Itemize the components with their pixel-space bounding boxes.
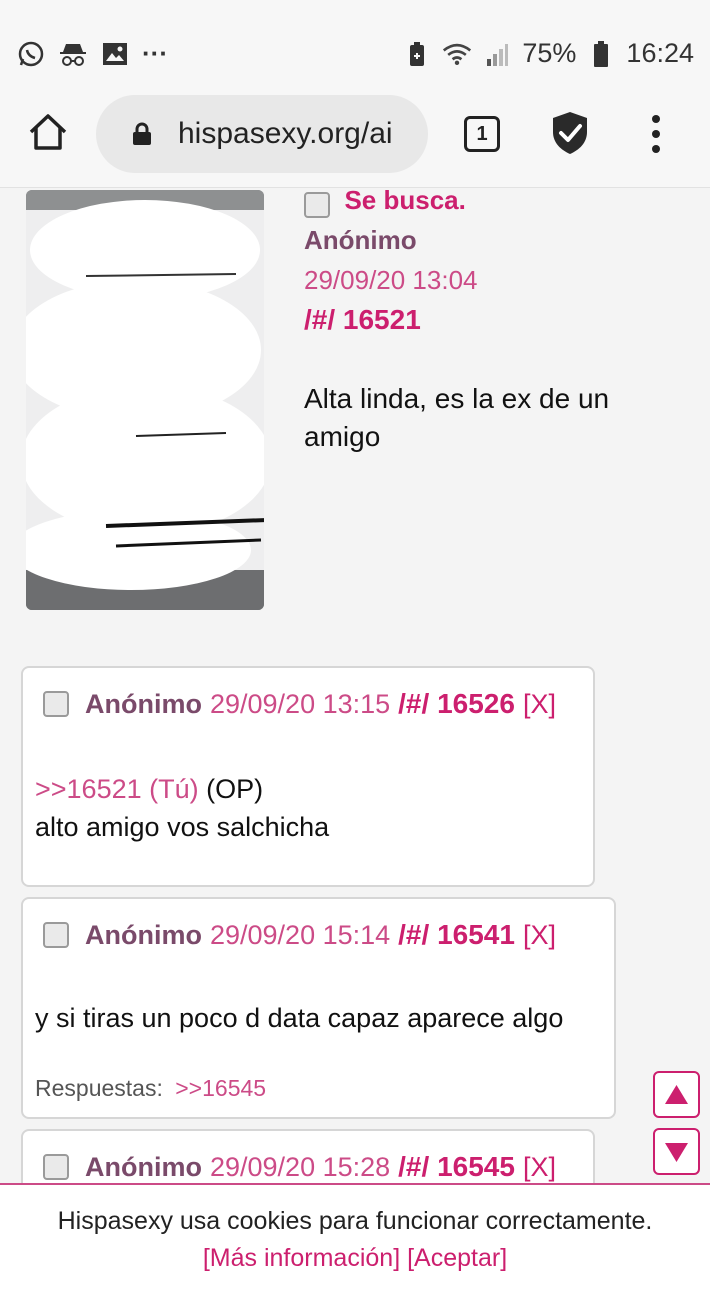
reply-post: Anónimo 29/09/20 13:15 /#/ 16526 [X] >>1… xyxy=(21,666,595,887)
op-body: Alta linda, es la ex de un amigo xyxy=(304,380,694,456)
whatsapp-icon xyxy=(16,39,46,69)
url-text: hispasexy.org/ai xyxy=(178,117,393,150)
incognito-icon xyxy=(58,39,88,69)
cookie-message: Hispasexy usa cookies para funcionar cor… xyxy=(57,1207,653,1235)
clock: 16:24 xyxy=(626,38,694,68)
reply-text: y si tiras un poco d data capaz aparece … xyxy=(35,1003,564,1033)
cookie-more-info-link[interactable]: [Más información] xyxy=(203,1244,400,1272)
reply-header: Anónimo 29/09/20 15:28 /#/ 16545 [X] xyxy=(43,1151,556,1183)
scroll-down-button[interactable] xyxy=(653,1128,700,1175)
reply-post-number[interactable]: /#/ 16545 xyxy=(398,1151,515,1183)
op-date: 29/09/20 13:04 xyxy=(304,265,478,295)
op-post-number[interactable]: /#/ 16521 xyxy=(304,304,421,335)
battery-percent: 75% xyxy=(522,38,577,68)
tab-switcher-button[interactable]: 1 xyxy=(464,116,500,152)
reply-poster-name: Anónimo xyxy=(85,688,202,719)
backlinks-label: Respuestas: xyxy=(35,1075,163,1101)
scroll-up-button[interactable] xyxy=(653,1071,700,1118)
quote-link[interactable]: >>16521 (Tú) xyxy=(35,774,199,804)
shield-icon[interactable] xyxy=(550,110,590,156)
op-body-line: Alta linda, es la ex de un xyxy=(304,383,610,414)
hide-post-button[interactable]: [X] xyxy=(523,689,556,720)
reply-text: alto amigo vos salchicha xyxy=(35,812,330,842)
cookie-banner: Hispasexy usa cookies para funcionar cor… xyxy=(0,1183,710,1295)
battery-saver-icon xyxy=(402,39,432,69)
reply-select-checkbox[interactable] xyxy=(43,922,69,948)
arrow-down-icon xyxy=(665,1143,688,1162)
cookie-accept-link[interactable]: [Aceptar] xyxy=(407,1244,507,1272)
reply-date: 29/09/20 15:28 xyxy=(209,1151,391,1182)
arrow-up-icon xyxy=(665,1085,688,1104)
reply-select-checkbox[interactable] xyxy=(43,1154,69,1180)
reply-poster-name: Anónimo xyxy=(85,1151,202,1182)
reply-header: Anónimo 29/09/20 13:15 /#/ 16526 [X] xyxy=(43,688,556,720)
reply-post-number[interactable]: /#/ 16541 xyxy=(398,919,515,951)
op-header: Se busca. Anónimo 29/09/20 13:04 /#/ 165… xyxy=(304,180,694,340)
reply-date: 29/09/20 13:15 xyxy=(209,688,391,719)
address-bar[interactable]: hispasexy.org/ai xyxy=(96,95,428,173)
op-select-checkbox[interactable] xyxy=(304,191,330,218)
more-notifications-icon: ··· xyxy=(142,38,168,68)
op-marker: (OP) xyxy=(198,774,264,804)
browser-toolbar: hispasexy.org/ai 1 xyxy=(0,88,710,188)
reply-date: 29/09/20 15:14 xyxy=(209,919,391,950)
backlinks: Respuestas: >>16545 xyxy=(35,1075,266,1102)
op-poster-name: Anónimo xyxy=(304,225,417,255)
gallery-icon xyxy=(100,39,130,69)
backlink[interactable]: >>16545 xyxy=(175,1075,266,1101)
op-body-line: amigo xyxy=(304,421,381,452)
overflow-menu-icon[interactable] xyxy=(648,114,664,154)
reply-select-checkbox[interactable] xyxy=(43,691,69,717)
reply-body: >>16521 (Tú) (OP) alto amigo vos salchic… xyxy=(35,770,329,846)
hide-post-button[interactable]: [X] xyxy=(523,1152,556,1183)
reply-header: Anónimo 29/09/20 15:14 /#/ 16541 [X] xyxy=(43,919,556,951)
signal-icon xyxy=(482,39,512,69)
op-subject: Se busca. xyxy=(344,185,466,215)
reply-post-number[interactable]: /#/ 16526 xyxy=(398,688,515,720)
lock-icon xyxy=(132,122,152,146)
reply-post: Anónimo 29/09/20 15:14 /#/ 16541 [X] y s… xyxy=(21,897,616,1119)
wifi-icon xyxy=(442,39,472,69)
op-image-thumbnail[interactable] xyxy=(26,190,264,610)
reply-poster-name: Anónimo xyxy=(85,919,202,950)
home-icon[interactable] xyxy=(26,110,70,154)
battery-icon xyxy=(586,39,616,69)
hide-post-button[interactable]: [X] xyxy=(523,920,556,951)
